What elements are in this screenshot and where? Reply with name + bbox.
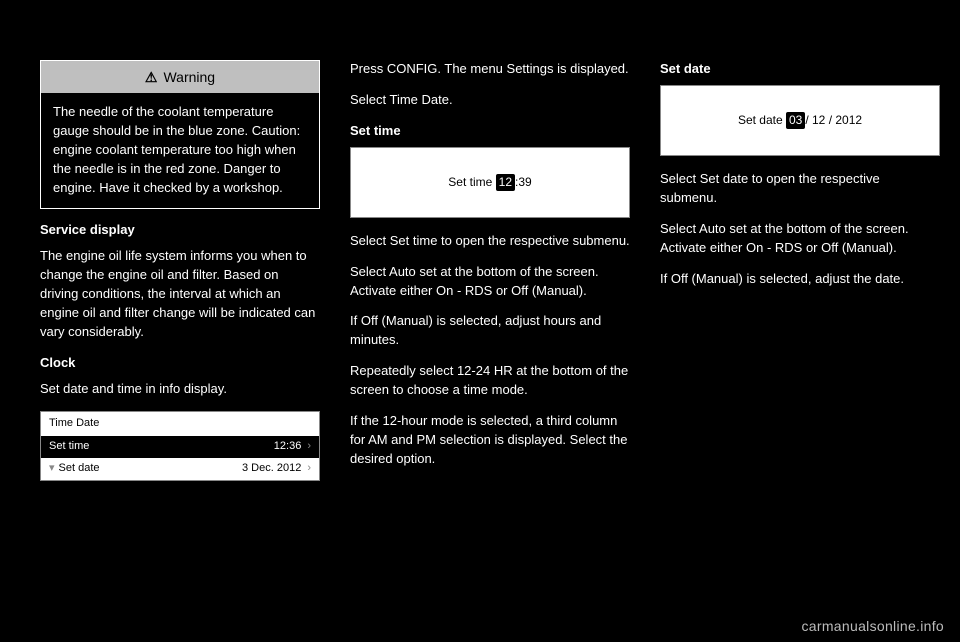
column-2: Press CONFIG. The menu Settings is displ… <box>350 60 630 480</box>
set-time-highlight: 12 <box>496 174 515 191</box>
warning-title: Warning <box>163 69 215 85</box>
col2-p5: If Off (Manual) is selected, adjust hour… <box>350 312 630 350</box>
warning-icon: ⚠ <box>145 67 158 87</box>
clock-text: Set date and time in info display. <box>40 380 320 399</box>
time-date-title: Time Date <box>41 412 319 436</box>
set-date-suffix: / 12 / 2012 <box>805 113 862 127</box>
caret-down-icon: ▾ <box>49 462 55 474</box>
set-date-row[interactable]: ▾ Set date 3 Dec. 2012 › <box>41 458 319 480</box>
set-date-prefix: Set date <box>738 113 786 127</box>
set-time-screen-inner: Set time 12:39 <box>351 148 629 217</box>
chevron-right-icon: › <box>307 440 311 452</box>
set-time-label: Set time <box>49 439 89 455</box>
set-time-suffix: :39 <box>515 175 532 189</box>
time-date-menu-screen: Time Date Set time 12:36 › ▾ Set date 3 De… <box>40 411 320 481</box>
warning-body: The needle of the coolant temperature ga… <box>41 93 319 207</box>
column-3: Set date Set date 03/ 12 / 2012 Select S… <box>660 60 940 300</box>
set-date-screen: Set date 03/ 12 / 2012 <box>660 85 940 156</box>
set-time-screen: Set time 12:39 <box>350 147 630 218</box>
set-time-value: 12:36 <box>274 440 302 452</box>
col3-p3: If Off (Manual) is selected, adjust the … <box>660 270 940 289</box>
col3-p2: Select Auto set at the bottom of the scr… <box>660 220 940 258</box>
set-date-subheading: Set date <box>660 60 940 79</box>
manual-page: ⚠ Warning The needle of the coolant tempe… <box>0 0 960 642</box>
set-date-highlight: 03 <box>786 112 805 129</box>
service-display-heading: Service display <box>40 221 320 240</box>
warning-header: ⚠ Warning <box>41 61 319 93</box>
service-display-text: The engine oil life system informs you w… <box>40 247 320 341</box>
set-time-row[interactable]: Set time 12:36 › <box>41 436 319 458</box>
col2-p7: If the 12-hour mode is selected, a third… <box>350 412 630 469</box>
col2-p6: Repeatedly select 12-24 HR at the bottom… <box>350 362 630 400</box>
col3-p1: Select Set date to open the respective s… <box>660 170 940 208</box>
set-date-value: 3 Dec. 2012 <box>242 462 301 474</box>
set-time-subheading: Set time <box>350 122 630 141</box>
column-1: ⚠ Warning The needle of the coolant tempe… <box>40 60 320 493</box>
set-date-screen-inner: Set date 03/ 12 / 2012 <box>661 86 939 155</box>
col2-p2: Select Time Date. <box>350 91 630 110</box>
col2-p1: Press CONFIG. The menu Settings is displ… <box>350 60 630 79</box>
set-time-prefix: Set time <box>448 175 495 189</box>
col2-p3: Select Set time to open the respective s… <box>350 232 630 251</box>
col2-p4: Select Auto set at the bottom of the scr… <box>350 263 630 301</box>
warning-box: ⚠ Warning The needle of the coolant tempe… <box>40 60 320 209</box>
watermark: carmanualsonline.info <box>802 618 945 634</box>
clock-heading: Clock <box>40 354 320 373</box>
chevron-right-icon: › <box>307 462 311 474</box>
set-date-label: Set date <box>59 462 100 474</box>
